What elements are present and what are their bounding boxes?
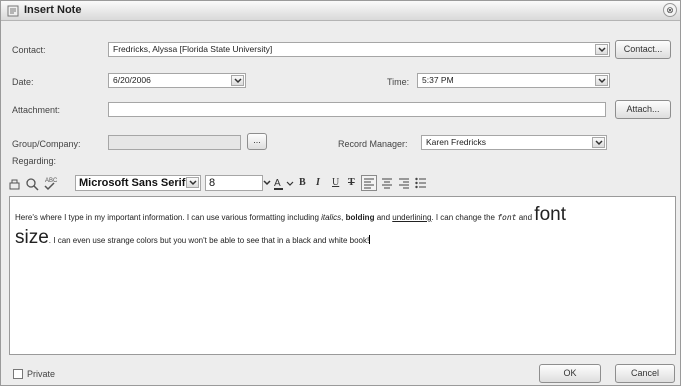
time-label: Time: [387,77,410,87]
font-name-select[interactable]: Microsoft Sans Serif [75,175,201,191]
note-text-part2: . I can change the [431,213,498,222]
contact-value: Fredricks, Alyssa [Florida State Univers… [113,44,273,54]
underline-button[interactable]: U [332,176,339,190]
bullets-icon[interactable] [414,176,428,190]
date-value: 6/20/2006 [113,75,151,85]
attachment-field[interactable] [108,102,606,117]
contact-field[interactable]: Fredricks, Alyssa [Florida State Univers… [108,42,610,57]
chevron-down-icon [598,47,606,53]
align-left-icon[interactable] [361,175,377,191]
italic-button[interactable]: I [316,176,320,190]
insert-note-dialog: Insert Note ⊗ Contact: Fredricks, Alyssa… [0,0,681,386]
time-value: 5:37 PM [422,75,454,85]
svg-text:ABC: ABC [45,178,58,184]
note-and-word: and [516,213,535,222]
note-font-word: font [497,213,517,222]
group-company-field[interactable] [108,135,241,150]
font-size-select[interactable]: 8 [205,175,263,191]
paste-icon[interactable] [8,177,22,191]
align-right-icon[interactable] [397,176,411,190]
group-company-label: Group/Company: [12,139,81,149]
private-checkbox[interactable] [13,369,23,379]
bold-button[interactable]: B [299,176,306,190]
note-font-big: font [534,204,566,225]
font-name-value: Microsoft Sans Serif [79,177,186,189]
note-bolding: bolding [345,213,375,222]
chevron-down-icon [189,180,197,186]
ok-button[interactable]: OK [539,364,601,383]
svg-text:A: A [274,178,281,189]
record-manager-label: Record Manager: [338,139,408,149]
font-color-icon[interactable]: A [273,176,295,191]
format-toolbar: ABC Microsoft Sans Serif 8 A B I U T [5,175,675,193]
attachment-label: Attachment: [12,105,61,115]
record-manager-value: Karen Fredricks [426,137,486,147]
note-size-big: size [15,227,49,248]
group-browse-button[interactable]: ... [247,133,267,150]
attach-button[interactable]: Attach... [615,100,671,119]
date-dropdown-button[interactable] [231,75,244,86]
align-center-icon[interactable] [380,176,394,190]
chevron-down-icon[interactable] [263,180,271,186]
note-text-part3: . I can even use strange colors but you … [48,236,370,245]
time-field[interactable]: 5:37 PM [417,73,610,88]
cancel-button[interactable]: Cancel [615,364,675,383]
find-icon[interactable] [25,177,39,191]
strikethrough-button[interactable]: T [348,176,355,190]
chevron-down-icon [595,140,603,146]
note-italics: italics [321,213,342,222]
note-editor[interactable]: Here's where I type in my important info… [9,196,676,355]
note-icon [7,5,19,17]
date-label: Date: [12,77,34,87]
date-field[interactable]: 6/20/2006 [108,73,246,88]
time-dropdown-button[interactable] [595,75,608,86]
text-cursor [369,235,371,244]
record-manager-dropdown-button[interactable] [592,137,605,148]
close-icon[interactable]: ⊗ [663,3,677,17]
note-text: Here's where I type in my important info… [15,205,673,251]
chevron-down-icon [598,78,606,84]
note-sep2: and [374,213,393,222]
window-title: Insert Note [24,4,82,16]
contact-button[interactable]: Contact... [615,40,671,59]
private-label: Private [27,369,56,379]
note-underlining: underlining [392,213,432,222]
font-size-value: 8 [209,177,216,189]
contact-label: Contact: [12,45,46,55]
spellcheck-icon[interactable]: ABC [42,175,58,191]
font-name-dropdown-button[interactable] [186,177,199,188]
contact-dropdown-button[interactable] [595,44,608,55]
note-text-part1: Here's where I type in my important info… [15,213,322,222]
title-bar: Insert Note ⊗ [1,1,680,21]
record-manager-field[interactable]: Karen Fredricks [421,135,607,150]
chevron-down-icon [234,78,242,84]
regarding-label: Regarding: [12,156,57,166]
